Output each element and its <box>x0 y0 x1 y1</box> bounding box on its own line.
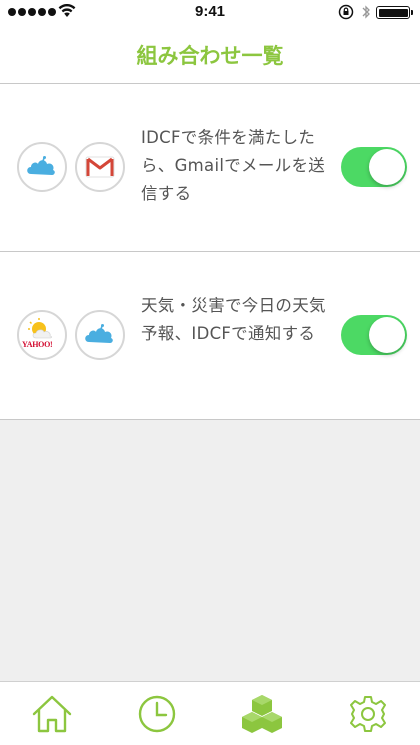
nav-bar: 組み合わせ一覧 <box>0 26 420 84</box>
toggle-knob <box>369 317 405 353</box>
idcf-cloud-icon <box>75 310 125 360</box>
home-icon <box>32 695 72 733</box>
enable-toggle[interactable] <box>341 147 407 187</box>
page-title: 組み合わせ一覧 <box>136 44 284 68</box>
status-bar: 9:41 <box>0 0 420 26</box>
bluetooth-icon <box>362 5 370 19</box>
enable-toggle[interactable] <box>341 315 407 355</box>
combinations-icon <box>242 695 282 733</box>
tab-home[interactable] <box>30 692 74 736</box>
combination-description: 天気・災害で今日の天気予報、IDCFで通知する <box>141 296 326 343</box>
combination-row[interactable]: YAHOO! 天気・災害で今日の天気予報、IDCFで通知する <box>0 252 420 420</box>
battery-icon <box>376 6 413 19</box>
screen: 9:41 組み合わせ一覧 IDCFで条件を満たしたら、Gmailでメールを送信す… <box>0 0 420 745</box>
tab-settings[interactable] <box>346 692 390 736</box>
tab-combinations[interactable] <box>240 692 284 736</box>
gear-icon <box>350 696 386 732</box>
combination-row[interactable]: IDCFで条件を満たしたら、Gmailでメールを送信する <box>0 84 420 252</box>
yahoo-logo: YAHOO! <box>22 340 53 349</box>
gmail-icon <box>75 142 125 192</box>
tab-history[interactable] <box>135 692 179 736</box>
combination-list: IDCFで条件を満たしたら、Gmailでメールを送信する YAHOO! 天気・災… <box>0 84 420 420</box>
combination-description: IDCFで条件を満たしたら、Gmailでメールを送信する <box>141 128 326 203</box>
status-time: 9:41 <box>194 3 226 20</box>
clock-icon <box>138 695 176 733</box>
tab-bar <box>0 681 420 745</box>
idcf-cloud-icon <box>17 142 67 192</box>
rotation-lock-icon <box>338 4 354 20</box>
toggle-knob <box>369 149 405 185</box>
yahoo-weather-icon: YAHOO! <box>17 310 67 360</box>
